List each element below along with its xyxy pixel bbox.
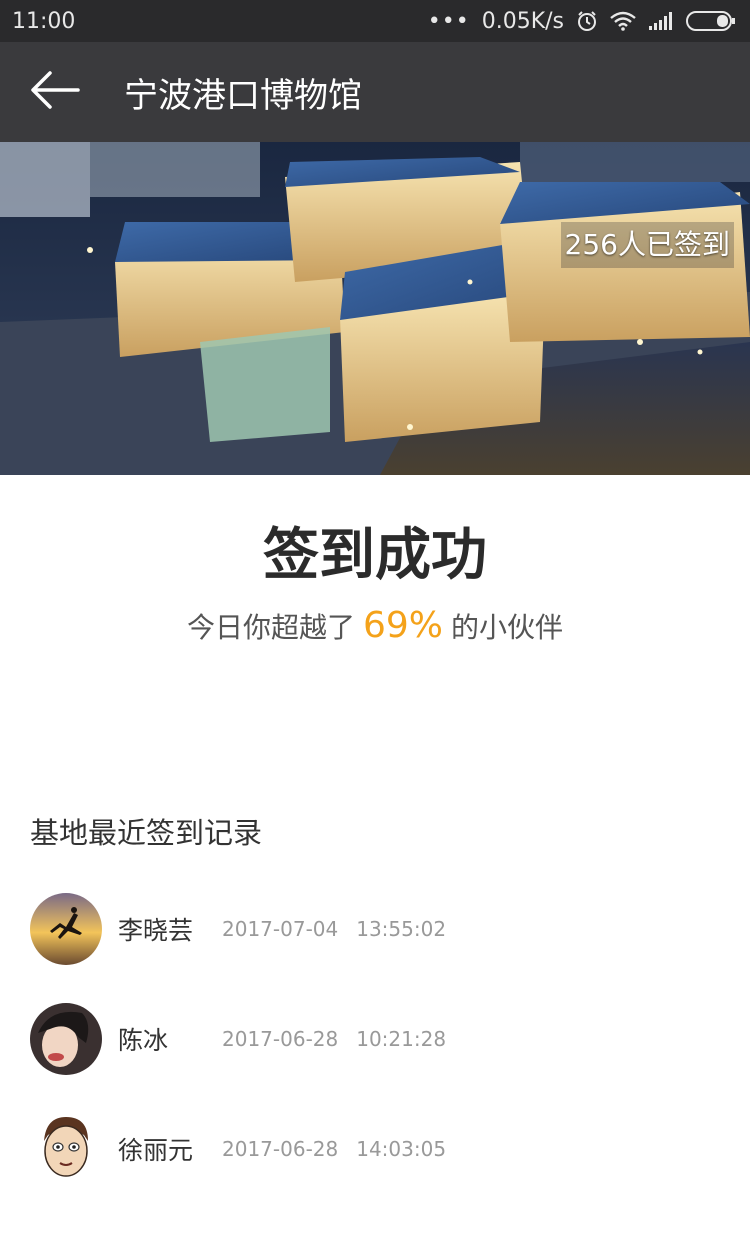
subtitle-prefix: 今日你超越了 [186, 611, 355, 644]
wifi-icon [610, 11, 636, 31]
records-section-title: 基地最近签到记录 [30, 816, 263, 850]
page-title: 宁波港口博物馆 [124, 75, 362, 116]
network-speed: 0.05K/s [481, 8, 564, 34]
status-bar: 11:00 ••• 0.05K/s [0, 0, 750, 42]
nav-bar: 宁波港口博物馆 [0, 42, 750, 142]
status-icons: ••• 0.05K/s [428, 9, 736, 34]
back-button[interactable] [0, 42, 110, 142]
alarm-icon [576, 10, 598, 32]
surpass-percent: 69% [362, 605, 443, 646]
more-dots-icon: ••• [427, 8, 470, 34]
record-row[interactable]: 李晓芸 2017-07-04 13:55:02 [30, 893, 720, 965]
record-row[interactable]: 陈冰 2017-06-28 10:21:28 [30, 1003, 720, 1075]
avatar [30, 893, 102, 965]
subtitle-suffix: 的小伙伴 [451, 611, 564, 644]
record-time: 13:55:02 [356, 917, 447, 941]
hero-image: 256人已签到 [0, 142, 750, 475]
museum-illustration [0, 142, 750, 475]
record-name: 陈冰 [118, 1026, 169, 1055]
checkin-count-badge: 256人已签到 [560, 222, 734, 268]
success-title: 签到成功 [263, 523, 487, 588]
record-name: 李晓芸 [118, 916, 194, 945]
status-time: 11:00 [12, 8, 76, 34]
record-date: 2017-07-04 [222, 917, 339, 941]
signal-icon [648, 11, 674, 31]
record-time: 14:03:05 [356, 1137, 447, 1161]
avatar [30, 1003, 102, 1075]
record-name: 徐丽元 [118, 1136, 194, 1165]
record-date: 2017-06-28 [222, 1027, 339, 1051]
back-arrow-icon [30, 70, 80, 114]
record-time: 10:21:28 [356, 1027, 447, 1051]
battery-icon [686, 10, 736, 32]
success-subtitle: 今日你超越了 69% 的小伙伴 [0, 604, 750, 650]
avatar [30, 1113, 102, 1185]
record-row[interactable]: 徐丽元 2017-06-28 14:03:05 [30, 1113, 720, 1185]
record-date: 2017-06-28 [222, 1137, 339, 1161]
